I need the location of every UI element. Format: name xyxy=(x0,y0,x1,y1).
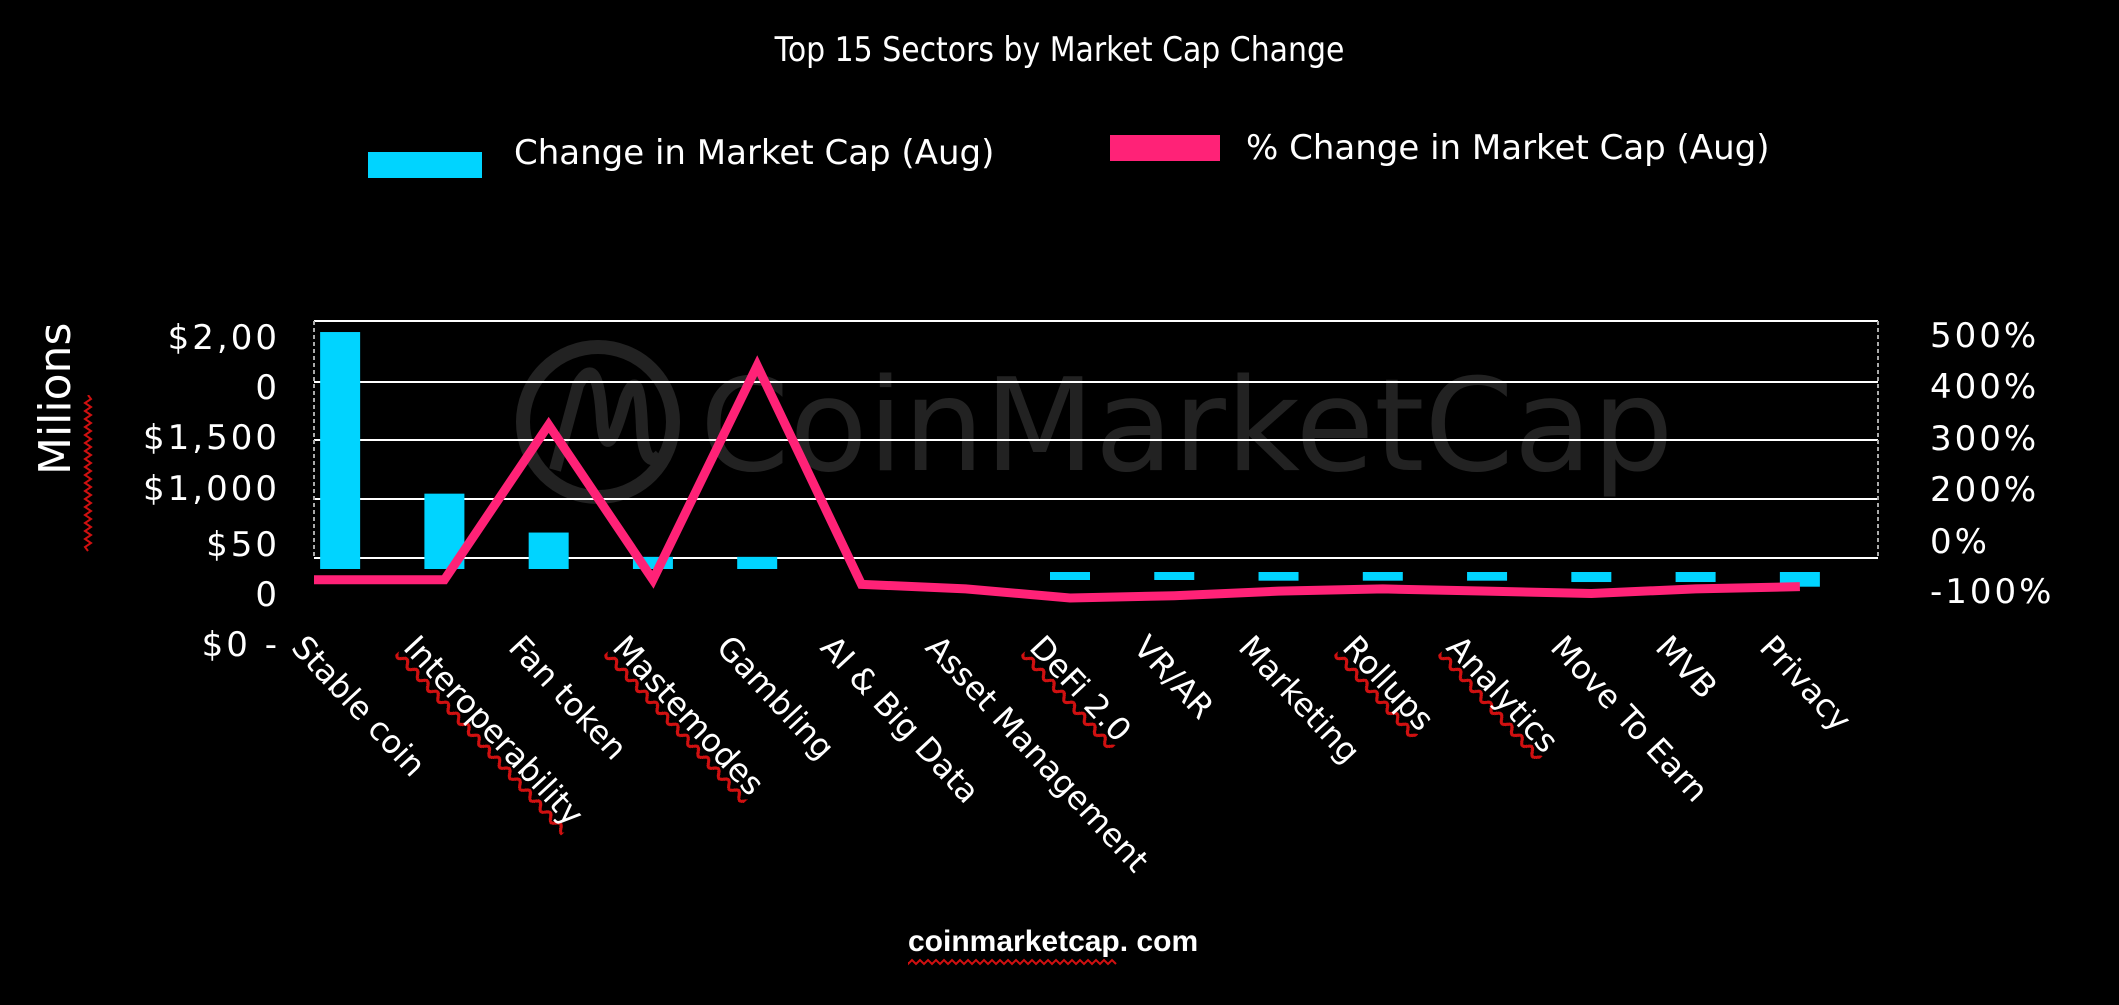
bar xyxy=(528,532,569,569)
bar xyxy=(1675,572,1716,583)
footer-source: coinmarketcap. com xyxy=(908,925,1199,958)
watermark-logo: CoinMarketCap xyxy=(516,340,1673,504)
bar xyxy=(737,556,778,569)
bar xyxy=(320,332,361,569)
spellcheck-squiggle xyxy=(908,958,1117,966)
bar xyxy=(1571,572,1612,583)
watermark-text: CoinMarketCap xyxy=(700,352,1673,501)
bar xyxy=(1258,572,1299,581)
chart-plot: CoinMarketCap xyxy=(313,320,1879,603)
bar xyxy=(1154,572,1195,580)
bar xyxy=(1467,572,1508,581)
bar xyxy=(1050,572,1090,580)
bar xyxy=(1362,572,1403,581)
